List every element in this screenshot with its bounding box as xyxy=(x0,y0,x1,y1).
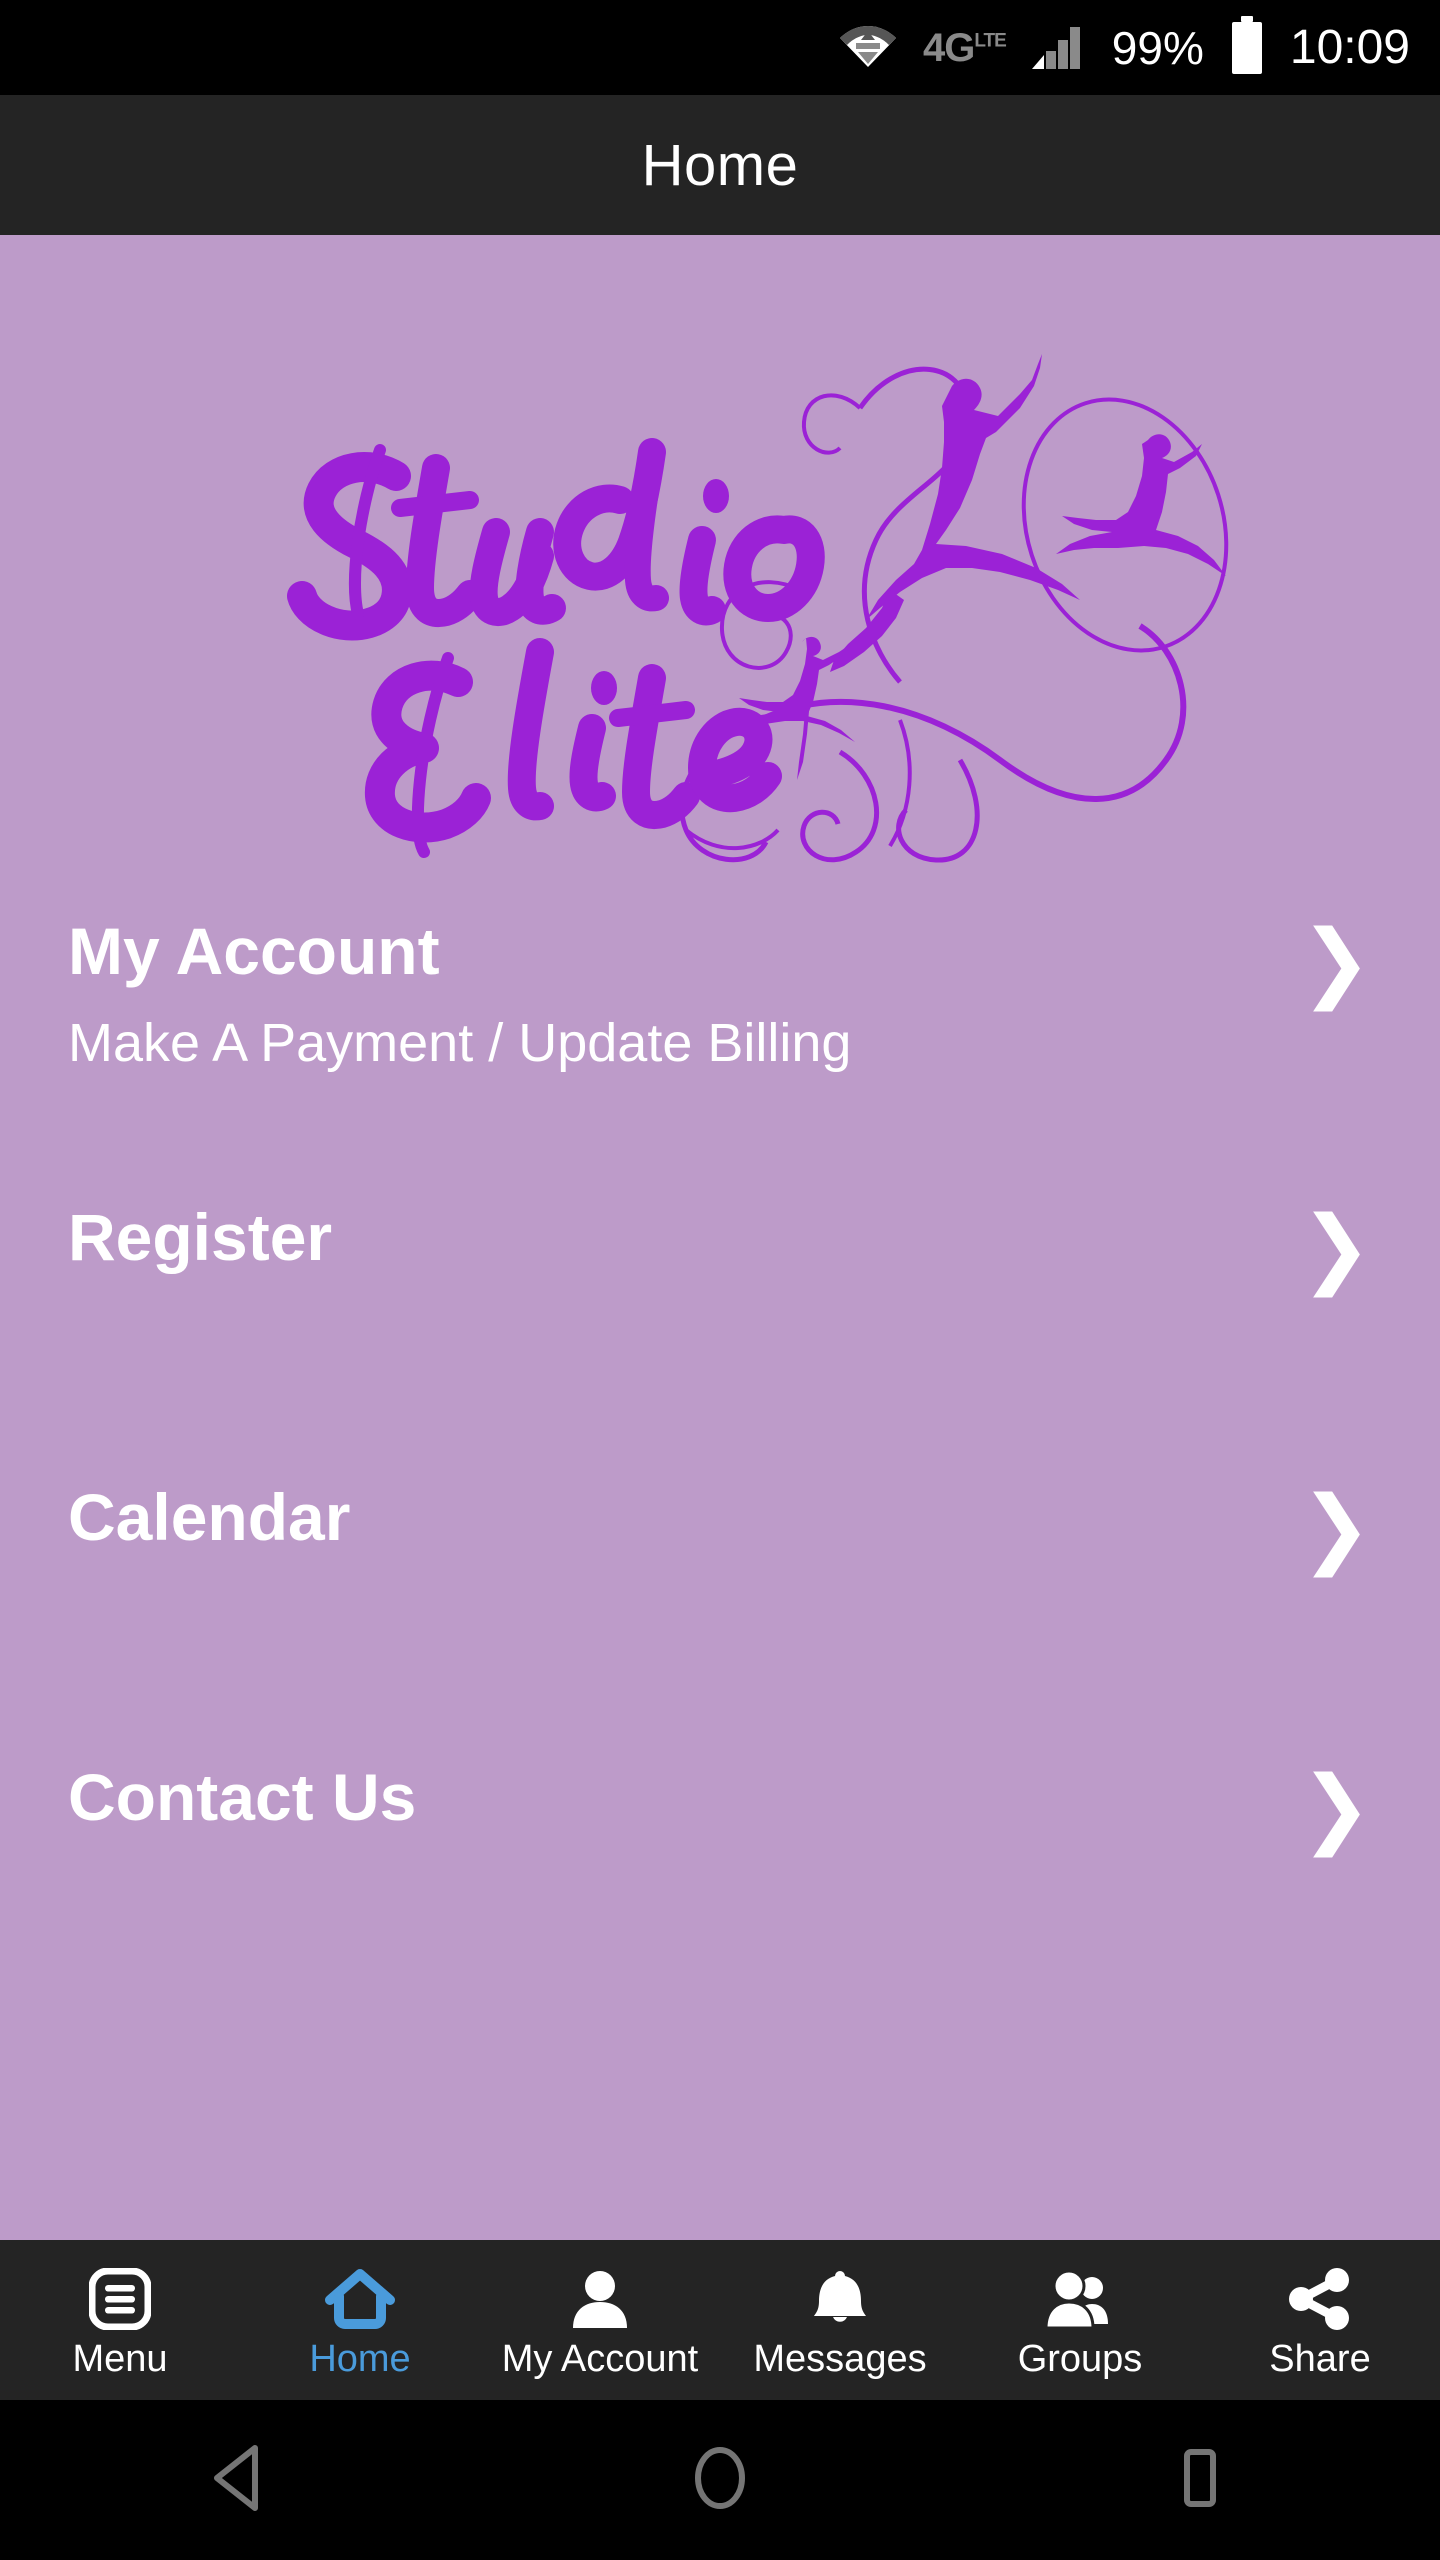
battery-percent-label: 99% xyxy=(1111,21,1204,74)
battery-indicator xyxy=(1230,16,1264,79)
menu-item-title: My Account xyxy=(68,914,440,988)
menu-item-texts: Calendar xyxy=(68,1481,350,1554)
person-icon xyxy=(569,2268,631,2330)
menu-item-calendar[interactable]: Calendar ❯ xyxy=(68,1481,1372,1641)
menu-item-my-account[interactable]: My Account Make A Payment / Update Billi… xyxy=(68,915,1372,1145)
status-bar: 4GLTE 99% 10:09 xyxy=(0,0,1440,95)
chevron-right-icon: ❯ xyxy=(1299,1198,1372,1298)
home-circle-icon xyxy=(689,2444,751,2517)
battery-full-icon xyxy=(1230,16,1264,79)
main-content: My Account Make A Payment / Update Billi… xyxy=(0,235,1440,2240)
tab-home[interactable]: Home xyxy=(240,2240,480,2400)
android-nav-bar xyxy=(0,2400,1440,2560)
menu-item-texts: Register xyxy=(68,1201,332,1274)
app-title-bar: Home xyxy=(0,95,1440,235)
page-title: Home xyxy=(641,132,799,198)
clock: 10:09 xyxy=(1289,20,1410,74)
wifi-icon xyxy=(839,22,897,73)
battery-percent: 99% xyxy=(1112,25,1204,71)
clock-label: 10:09 xyxy=(1289,20,1410,74)
signal-bars-icon xyxy=(1031,21,1086,74)
menu-item-title: Calendar xyxy=(68,1480,351,1554)
tab-label: Menu xyxy=(72,2338,168,2380)
people-group-icon xyxy=(1044,2268,1116,2330)
tab-my-account[interactable]: My Account xyxy=(480,2240,720,2400)
tab-groups[interactable]: Groups xyxy=(960,2240,1200,2400)
menu-item-texts: My Account Make A Payment / Update Billi… xyxy=(68,915,851,1073)
menu-item-contact-us[interactable]: Contact Us ❯ xyxy=(68,1761,1372,1921)
nav-recents-button[interactable] xyxy=(1100,2400,1300,2560)
recents-square-icon xyxy=(1169,2444,1231,2517)
share-nodes-icon xyxy=(1287,2268,1353,2330)
tab-label: Home xyxy=(309,2338,411,2380)
chevron-right-icon: ❯ xyxy=(1299,1758,1372,1858)
chevron-right-icon: ❯ xyxy=(1299,1478,1372,1578)
nav-home-button[interactable] xyxy=(620,2400,820,2560)
tab-share[interactable]: Share xyxy=(1200,2240,1440,2400)
network-type-indicator: 4GLTE xyxy=(922,25,1007,70)
home-icon xyxy=(325,2268,395,2330)
menu-item-title: Register xyxy=(68,1200,333,1274)
tab-label: Messages xyxy=(753,2338,927,2380)
nav-back-button[interactable] xyxy=(140,2400,340,2560)
logo-artwork xyxy=(287,354,1229,863)
tab-label: Share xyxy=(1269,2338,1371,2380)
network-type-label: 4GLTE xyxy=(922,25,1007,70)
menu-spacer xyxy=(68,1145,1372,1201)
menu-spacer xyxy=(68,1361,1372,1481)
wifi-indicator xyxy=(839,22,897,73)
bottom-tab-bar: Menu Home My Account Messages Groups Sha… xyxy=(0,2240,1440,2400)
bell-icon xyxy=(809,2268,871,2330)
back-triangle-icon xyxy=(209,2444,271,2517)
chevron-right-icon: ❯ xyxy=(1299,912,1372,1012)
hamburger-menu-icon xyxy=(89,2268,151,2330)
tab-label: My Account xyxy=(501,2338,699,2380)
menu-item-title: Contact Us xyxy=(68,1760,417,1834)
studio-elite-logo xyxy=(0,235,1440,915)
home-menu-list: My Account Make A Payment / Update Billi… xyxy=(0,915,1440,1921)
menu-item-register[interactable]: Register ❯ xyxy=(68,1201,1372,1361)
menu-item-subtitle: Make A Payment / Update Billing xyxy=(68,1012,852,1073)
tab-label: Groups xyxy=(1017,2338,1143,2380)
phone-screen: 4GLTE 99% 10:09 Home My Account Make A P… xyxy=(0,0,1440,2560)
menu-item-texts: Contact Us xyxy=(68,1761,416,1834)
tab-menu[interactable]: Menu xyxy=(0,2240,240,2400)
tab-messages[interactable]: Messages xyxy=(720,2240,960,2400)
menu-spacer xyxy=(68,1641,1372,1761)
signal-strength-indicator xyxy=(1031,21,1086,74)
